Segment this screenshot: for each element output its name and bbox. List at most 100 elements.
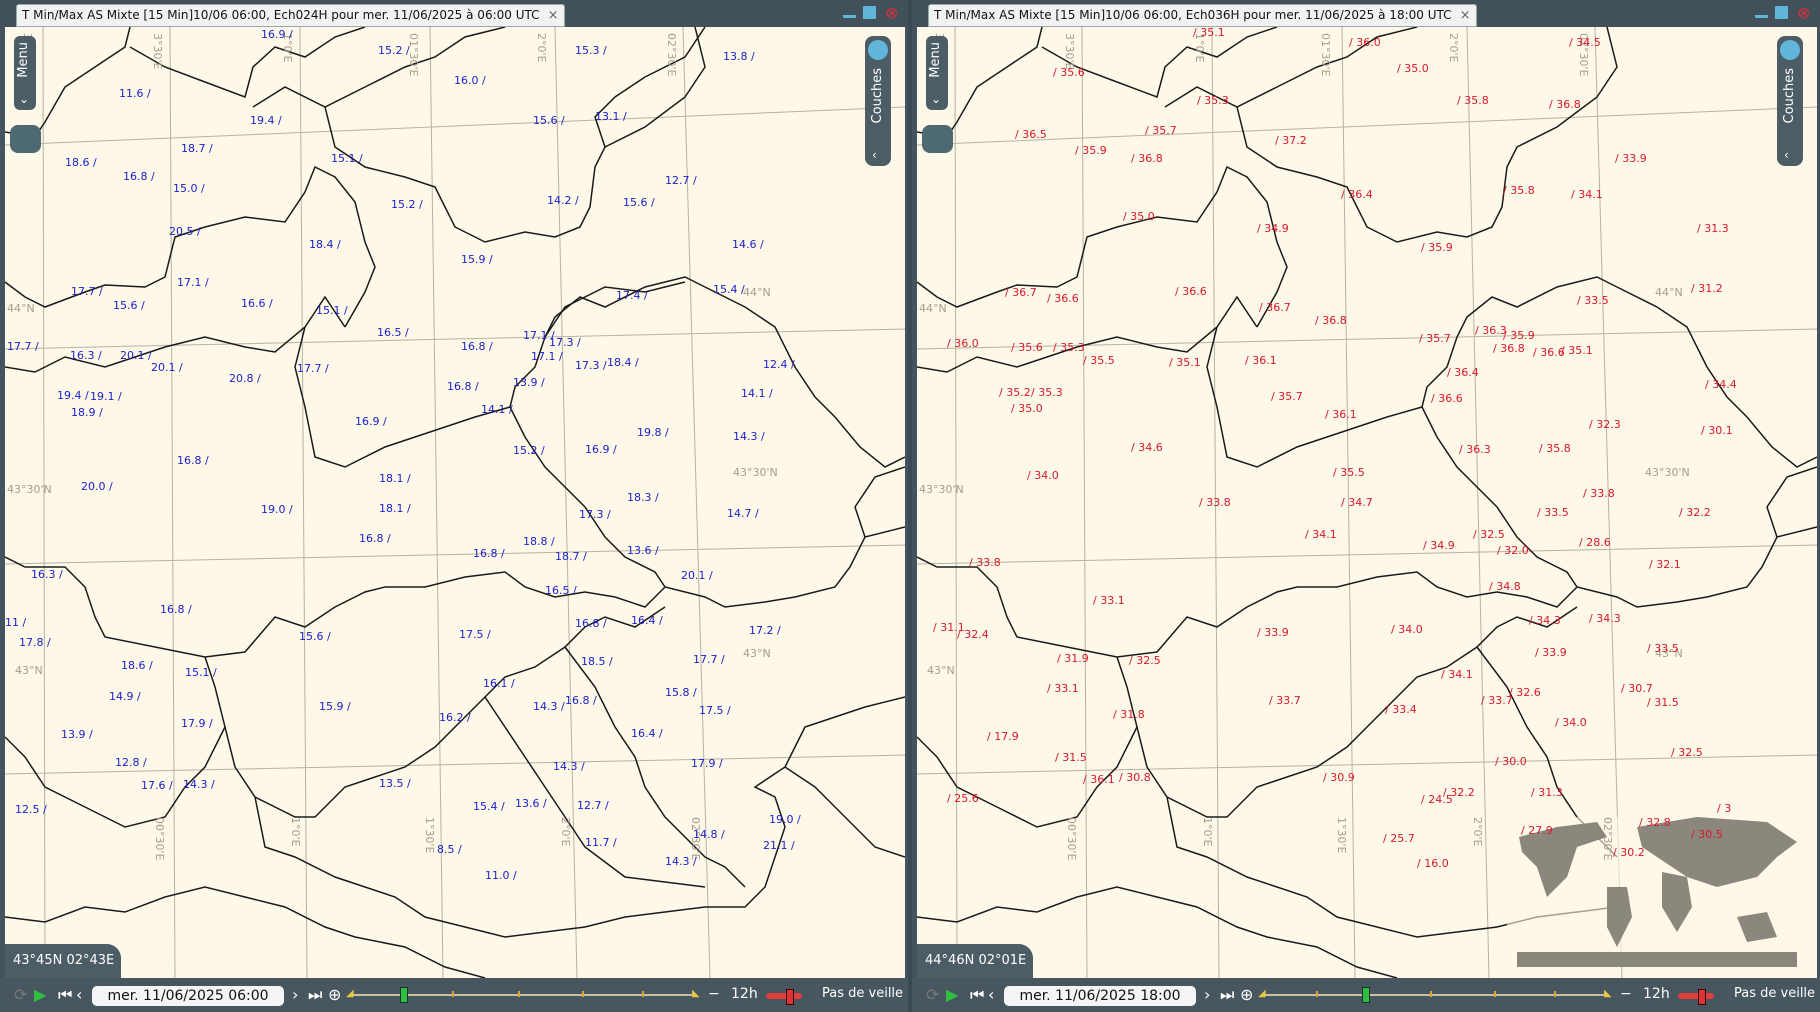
graticule-label: 1°30'E (1335, 817, 1348, 854)
temperature-value: 18.6 / (121, 659, 153, 672)
temperature-value: / 31.2 (1691, 282, 1723, 295)
zoom-time-icon[interactable]: ⊕ (328, 986, 341, 1004)
play-icon[interactable]: ▶ (34, 986, 46, 1004)
temperature-value: / 35.7 (1419, 332, 1451, 345)
step-value: 12h (1643, 986, 1670, 1002)
range-start-icon[interactable]: ◢ (346, 988, 354, 999)
step-minus-icon[interactable]: − (708, 986, 720, 1002)
first-frame-icon[interactable]: ⏮ (58, 986, 72, 1004)
temperature-value: / 36.7 (1259, 301, 1291, 314)
play-icon[interactable]: ▶ (946, 986, 958, 1004)
timeline-cursor[interactable] (1362, 987, 1370, 1003)
prev-frame-icon[interactable]: ‹ (988, 986, 994, 1004)
range-end-icon[interactable]: ◣ (692, 988, 700, 999)
close-window-icon[interactable]: ⊗ (1797, 5, 1810, 21)
temperature-value: / 32.4 (957, 628, 989, 641)
prev-frame-icon[interactable]: ‹ (76, 986, 82, 1004)
temperature-value: / 36.8 (1493, 342, 1525, 355)
close-window-icon[interactable]: ⊗ (885, 5, 898, 21)
temperature-value: 17.1 / (177, 276, 209, 289)
temperature-value: 15.8 / (665, 686, 697, 699)
next-frame-icon[interactable]: › (1204, 986, 1210, 1004)
temperature-value: 13.9 / (61, 728, 93, 741)
temperature-value: / 34.7 (1341, 496, 1373, 509)
window-titlebar: T Min/Max AS Mixte [15 Min]10/06 06:00, … (912, 0, 1820, 27)
temperature-value: 18.4 / (309, 238, 341, 251)
temperature-value: / 33.9 (1615, 152, 1647, 165)
timeline-track[interactable]: ◢ ◣ (346, 987, 700, 1003)
temperature-value: 15.0 / (173, 182, 205, 195)
temperature-value: 11.6 / (119, 87, 151, 100)
temperature-value: 18.1 / (379, 502, 411, 515)
temperature-value: / 32.3 (1589, 418, 1621, 431)
minimize-icon[interactable] (1755, 6, 1768, 18)
step-minus-icon[interactable]: − (1620, 986, 1632, 1002)
temperature-value: / 33.8 (1583, 487, 1615, 500)
range-end-icon[interactable]: ◣ (1604, 988, 1612, 999)
temperature-value: 13.6 / (627, 544, 659, 557)
maximize-icon[interactable] (1775, 6, 1788, 19)
next-frame-icon[interactable]: › (292, 986, 298, 1004)
temperature-value: 15.1 / (316, 304, 348, 317)
temperature-value: / 33.9 (1257, 626, 1289, 639)
temperature-value: 19.1 / (90, 390, 122, 403)
chevron-down-icon: ⌄ (19, 92, 30, 106)
temperature-value: 18.9 / (71, 406, 103, 419)
first-frame-icon[interactable]: ⏮ (970, 986, 984, 1004)
temperature-value: / 36.1 (1245, 354, 1277, 367)
temperature-value: / 35.6 (1011, 341, 1043, 354)
refresh-icon[interactable]: ⟳ (926, 986, 939, 1004)
graticule-label: 43°N (927, 664, 955, 677)
graticule-label: 43°30'N (733, 466, 778, 479)
range-start-icon[interactable]: ◢ (1258, 988, 1266, 999)
temperature-value: 11.0 / (485, 869, 517, 882)
timeline-track[interactable]: ◢ ◣ (1258, 987, 1612, 1003)
temperature-value: / 34.1 (1305, 528, 1337, 541)
last-frame-icon[interactable]: ⏭ (1220, 986, 1234, 1004)
temperature-value: 12.5 / (15, 803, 47, 816)
menu-label: Menu (16, 42, 31, 78)
temperature-value: 16.8 / (177, 454, 209, 467)
date-field[interactable]: mer. 11/06/2025 06:00 (92, 986, 284, 1006)
temperature-value: 16.8 / (565, 694, 597, 707)
temperature-value: 16.8 / (359, 532, 391, 545)
temperature-value: 17.6 / (141, 779, 173, 792)
temperature-value: 14.6 / (732, 238, 764, 251)
pan-control-icon[interactable] (10, 125, 41, 153)
pan-control-icon[interactable] (922, 125, 953, 153)
temperature-value: / 34.9 (1423, 539, 1455, 552)
temperature-value: / 30.7 (1621, 682, 1653, 695)
map-canvas[interactable]: 3°0'E3°30'E1°0'E01°30'E2°0'E02°30'E44°N4… (5, 27, 905, 978)
speed-slider[interactable] (766, 989, 802, 1005)
speed-slider[interactable] (1678, 989, 1714, 1005)
graticule-label: 44°N (743, 286, 771, 299)
map-tab[interactable]: T Min/Max AS Mixte [15 Min]10/06 06:00, … (16, 4, 565, 27)
temperature-value: / 34.6 (1131, 441, 1163, 454)
refresh-icon[interactable]: ⟳ (14, 986, 27, 1004)
map-tab[interactable]: T Min/Max AS Mixte [15 Min]10/06 06:00, … (928, 4, 1477, 27)
tab-close-icon[interactable]: × (1460, 5, 1471, 26)
menu-button[interactable]: Menu ⌄ (926, 36, 948, 110)
layers-panel-toggle[interactable]: Couches ‹ (1777, 36, 1803, 166)
map-canvas[interactable]: 3°0'E3°30'E1°0'E01°30'E2°0'E02°30'E44°N4… (917, 27, 1817, 978)
world-inset-map (1507, 817, 1797, 967)
tab-close-icon[interactable]: × (548, 5, 559, 26)
temperature-value: / 35.2 (999, 386, 1031, 399)
temperature-value: 15.6 / (113, 299, 145, 312)
temperature-value: 17.9 / (181, 717, 213, 730)
maximize-icon[interactable] (863, 6, 876, 19)
last-frame-icon[interactable]: ⏭ (308, 986, 322, 1004)
date-field[interactable]: mer. 11/06/2025 18:00 (1004, 986, 1196, 1006)
layers-panel-toggle[interactable]: Couches ‹ (865, 36, 891, 166)
minimize-icon[interactable] (843, 6, 856, 18)
temperature-value: 16.1 / (483, 677, 515, 690)
temperature-value: / 35.8 (1539, 442, 1571, 455)
zoom-time-icon[interactable]: ⊕ (1240, 986, 1253, 1004)
temperature-value: 17.4 / (616, 289, 648, 302)
timeline-cursor[interactable] (400, 987, 408, 1003)
temperature-value: / 35.0 (1123, 210, 1155, 223)
temperature-value: / 34.1 (1441, 668, 1473, 681)
temperature-value: 15.2 / (513, 444, 545, 457)
menu-button[interactable]: Menu ⌄ (14, 36, 36, 110)
temperature-value: / 3 (1717, 802, 1732, 815)
